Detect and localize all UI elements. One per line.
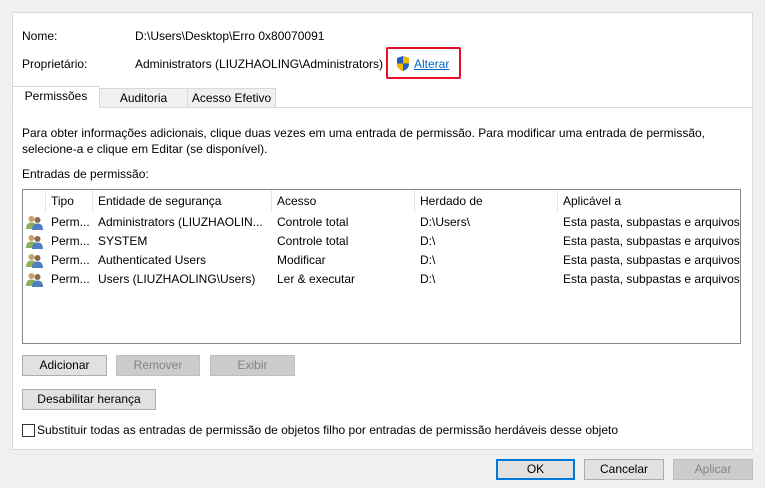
table-row[interactable]: Perm... Authenticated Users Modificar D:\ Es… bbox=[23, 251, 740, 270]
tab-auditing[interactable]: Auditoria bbox=[99, 88, 188, 108]
cell-inherited-from: D:\ bbox=[420, 272, 436, 286]
column-header-applies-to[interactable]: Aplicável a bbox=[558, 190, 741, 212]
view-button[interactable]: Exibir bbox=[210, 355, 295, 376]
cell-type: Perm... bbox=[51, 234, 90, 248]
help-text: Para obter informações adicionais, cliqu… bbox=[22, 126, 706, 156]
column-header-principal[interactable]: Entidade de segurança bbox=[93, 190, 272, 212]
cell-principal: Authenticated Users bbox=[98, 253, 207, 267]
add-button[interactable]: Adicionar bbox=[22, 355, 107, 376]
cell-access: Modificar bbox=[277, 253, 326, 267]
disable-inheritance-button[interactable]: Desabilitar herança bbox=[22, 389, 156, 410]
cell-applies-to: Esta pasta, subpastas e arquivos bbox=[563, 253, 740, 267]
column-header-type[interactable]: Tipo bbox=[46, 190, 93, 212]
cell-access: Controle total bbox=[277, 215, 349, 229]
tab-effective-access[interactable]: Acesso Efetivo bbox=[187, 88, 276, 108]
column-header-access[interactable]: Acesso bbox=[272, 190, 415, 212]
replace-child-permissions-label[interactable]: Substituir todas as entradas de permissã… bbox=[37, 423, 618, 437]
column-header-inherited-from[interactable]: Herdado de bbox=[415, 190, 558, 212]
cell-type: Perm... bbox=[51, 253, 90, 267]
table-row[interactable]: Perm... SYSTEM Controle total D:\ Esta pasta… bbox=[23, 232, 740, 251]
cell-applies-to: Esta pasta, subpastas e arquivos bbox=[563, 234, 740, 248]
cell-inherited-from: D:\Users\ bbox=[420, 215, 471, 229]
cancel-button[interactable]: Cancelar bbox=[584, 459, 664, 480]
users-group-icon bbox=[26, 254, 43, 268]
permission-entries-list[interactable]: Tipo Entidade de segurança Acesso Herdad… bbox=[22, 189, 741, 344]
name-value: D:\Users\Desktop\Erro 0x80070091 bbox=[135, 29, 325, 43]
cell-applies-to: Esta pasta, subpastas e arquivos bbox=[563, 272, 740, 286]
cell-principal: Users (LIUZHAOLING\Users) bbox=[98, 272, 256, 286]
cell-inherited-from: D:\ bbox=[420, 253, 436, 267]
owner-label: Proprietário: bbox=[22, 57, 88, 71]
column-header-icon bbox=[23, 190, 46, 212]
cell-inherited-from: D:\ bbox=[420, 234, 436, 248]
uac-shield-icon bbox=[397, 56, 409, 71]
users-group-icon bbox=[26, 216, 43, 230]
cell-principal: Administrators (LIUZHAOLIN... bbox=[98, 215, 263, 229]
name-label: Nome: bbox=[22, 29, 58, 43]
cell-applies-to: Esta pasta, subpastas e arquivos bbox=[563, 215, 740, 229]
entries-label: Entradas de permissão: bbox=[22, 167, 149, 181]
cell-type: Perm... bbox=[51, 215, 90, 229]
table-row[interactable]: Perm... Users (LIUZHAOLING\Users) Ler & ex… bbox=[23, 270, 740, 289]
users-group-icon bbox=[26, 235, 43, 249]
table-row[interactable]: Perm... Administrators (LIUZHAOLIN... Cont… bbox=[23, 213, 740, 232]
cell-access: Controle total bbox=[277, 234, 349, 248]
cell-type: Perm... bbox=[51, 272, 90, 286]
cell-principal: SYSTEM bbox=[98, 234, 148, 248]
tab-permissions[interactable]: Permissões bbox=[12, 86, 100, 108]
apply-button[interactable]: Aplicar bbox=[673, 459, 753, 480]
cell-access: Ler & executar bbox=[277, 272, 356, 286]
remove-button[interactable]: Remover bbox=[116, 355, 200, 376]
replace-child-permissions-checkbox[interactable] bbox=[22, 424, 35, 437]
owner-value: Administrators (LIUZHAOLING\Administrato… bbox=[135, 57, 384, 71]
change-owner-link[interactable]: Alterar bbox=[414, 57, 449, 71]
users-group-icon bbox=[26, 273, 43, 287]
ok-button[interactable]: OK bbox=[496, 459, 575, 480]
